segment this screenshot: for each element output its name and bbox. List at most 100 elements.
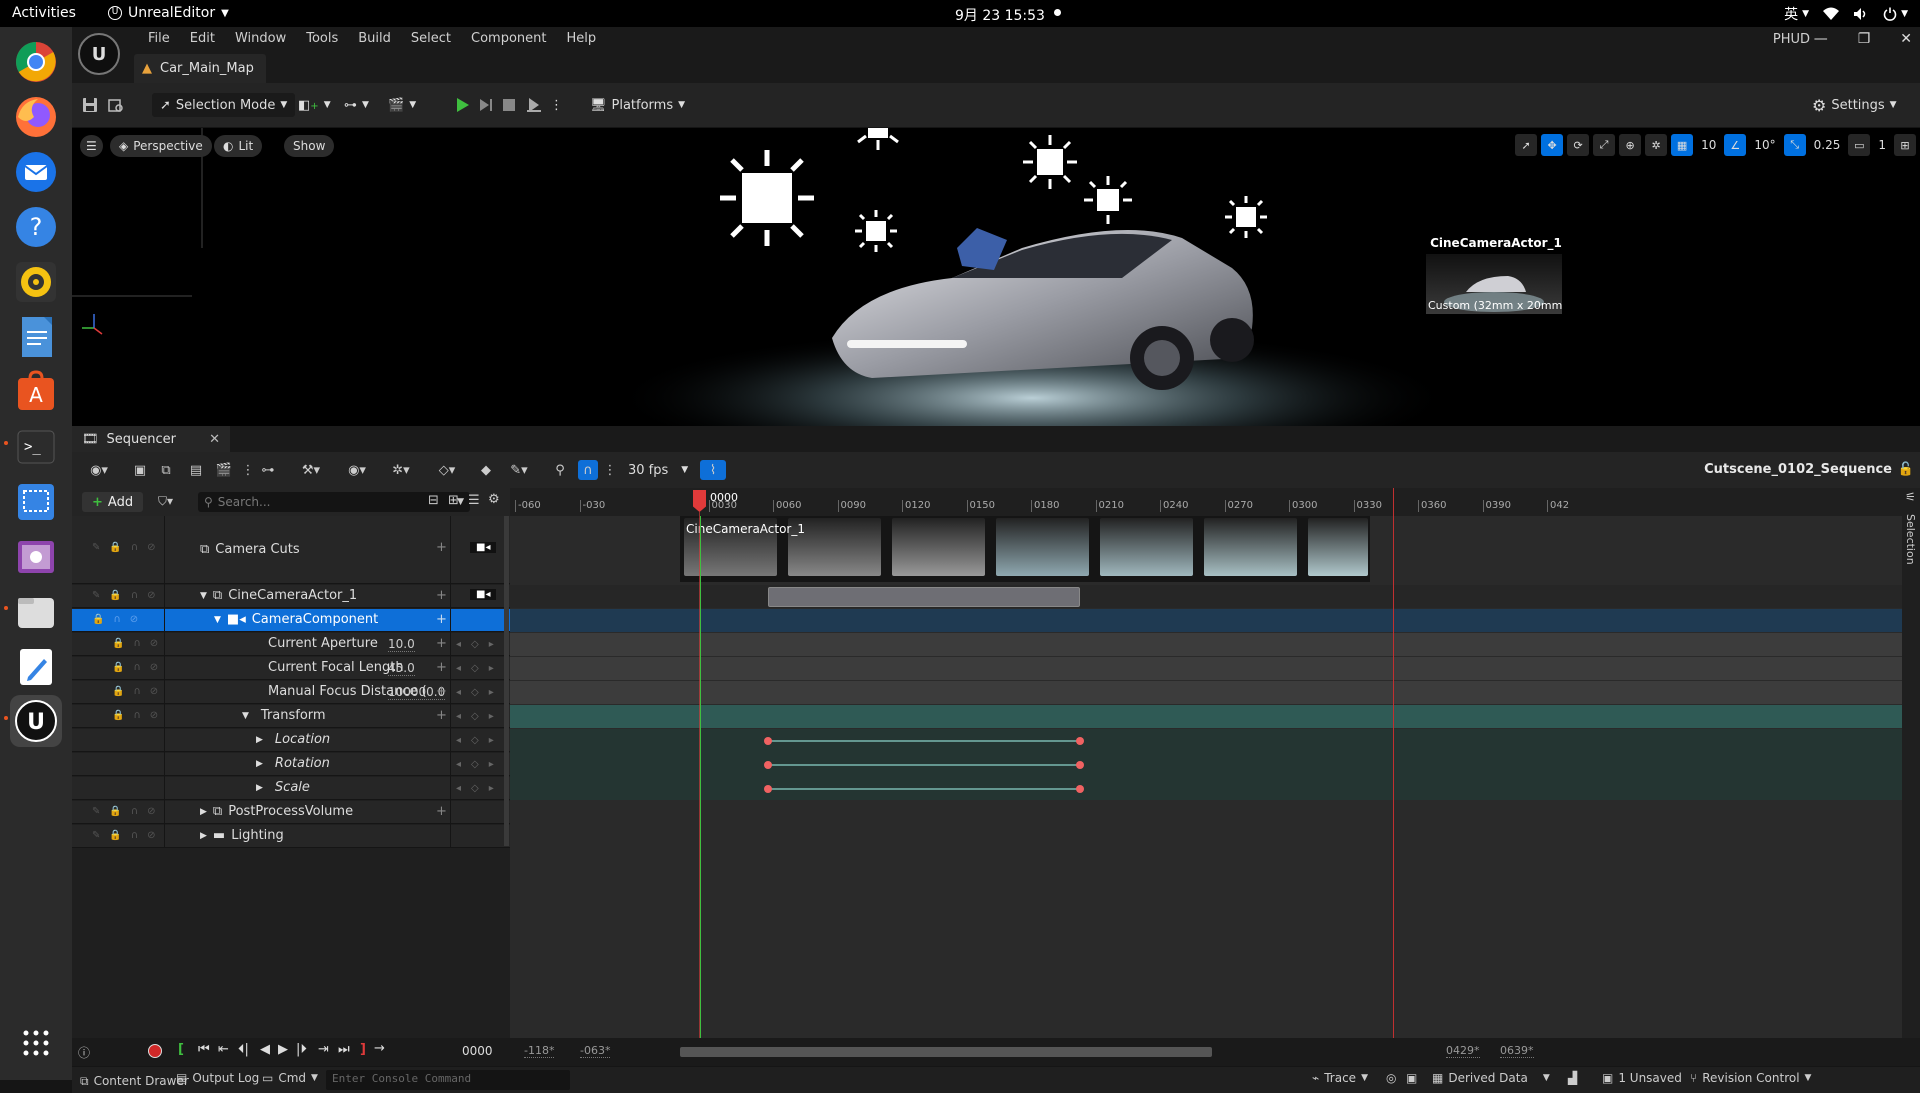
- cmd-dropdown[interactable]: ▭ Cmd ▼: [262, 1071, 318, 1085]
- gear-icon[interactable]: ⚙: [488, 492, 500, 507]
- minimize-icon[interactable]: —: [1814, 31, 1828, 47]
- keyframe-icon[interactable]: [1076, 785, 1084, 793]
- add-section-icon[interactable]: +: [436, 804, 447, 819]
- key-navigation[interactable]: ◂ ◇ ▸: [456, 711, 494, 722]
- libreoffice-writer-icon[interactable]: [10, 311, 62, 363]
- track-current-aperture[interactable]: 🔒 ∩ ⊘ Current Aperture 10.0 + ◂ ◇ ▸: [72, 633, 510, 656]
- save-sequence-icon[interactable]: ▣: [130, 460, 150, 480]
- hierarchy-icon[interactable]: ⊶: [258, 460, 278, 480]
- unsaved-button[interactable]: ▣ 1 Unsaved: [1602, 1071, 1682, 1085]
- menu-component[interactable]: Component: [461, 31, 556, 46]
- rhythmbox-icon[interactable]: [10, 256, 62, 308]
- playback-start-marker[interactable]: [700, 516, 701, 1038]
- framerate-dropdown[interactable]: 30 fps ▼: [628, 460, 688, 480]
- track-state-icons[interactable]: ✎ 🔒 ∩ ⊘: [92, 590, 156, 601]
- close-tab-icon[interactable]: ✕: [209, 432, 220, 447]
- show-apps-icon[interactable]: [10, 1017, 62, 1069]
- help-icon[interactable]: ?: [10, 201, 62, 253]
- track-transform[interactable]: 🔒 ∩ ⊘ ▼ Transform + ◂ ◇ ▸: [72, 705, 510, 728]
- track-state-icons[interactable]: 🔒 ∩ ⊘: [112, 710, 158, 721]
- playback-options-icon[interactable]: ✲▾: [384, 460, 418, 480]
- set-start-icon[interactable]: [: [178, 1042, 184, 1057]
- eject-icon[interactable]: [526, 93, 542, 117]
- edit-tools-icon[interactable]: ⚒▾: [294, 460, 328, 480]
- light-gizmo-icon[interactable]: [712, 148, 822, 248]
- marker-icon[interactable]: ⚲: [550, 460, 570, 480]
- track-state-icons[interactable]: 🔒 ∩ ⊘: [112, 662, 158, 673]
- light-gizmo-icon[interactable]: [1020, 133, 1080, 191]
- show-button[interactable]: Show: [284, 135, 335, 157]
- rotation-snap-icon[interactable]: ∠: [1724, 134, 1747, 156]
- light-gizmo-icon[interactable]: [854, 128, 902, 152]
- screenshot-icon[interactable]: [10, 476, 62, 528]
- aperture-value[interactable]: 10.0: [388, 637, 415, 652]
- revision-control-dropdown[interactable]: ⑂ Revision Control ▼: [1690, 1071, 1811, 1085]
- play-button[interactable]: [454, 93, 470, 117]
- activities-button[interactable]: Activities: [12, 5, 76, 21]
- terminal-icon[interactable]: >_: [10, 421, 62, 473]
- system-tray[interactable]: 英 ▼ ▼: [1784, 4, 1908, 24]
- input-method-indicator[interactable]: 英: [1784, 4, 1798, 24]
- menu-build[interactable]: Build: [348, 31, 401, 46]
- track-state-icons[interactable]: ✎ 🔒 ∩ ⊘: [92, 542, 156, 553]
- unreal-logo-icon[interactable]: U: [78, 33, 120, 75]
- menu-tools[interactable]: Tools: [296, 31, 348, 46]
- clapperboard-icon[interactable]: 🎬: [214, 460, 234, 480]
- camera-lock-icon[interactable]: ■◂: [470, 542, 497, 553]
- track-current-focal-length[interactable]: 🔒 ∩ ⊘ Current Focal Length 45.0 + ◂ ◇ ▸: [72, 657, 510, 680]
- curve-editor-icon[interactable]: ⌇: [700, 460, 726, 480]
- info-icon[interactable]: ⓘ: [78, 1044, 90, 1061]
- menu-select[interactable]: Select: [401, 31, 461, 46]
- expand-arrow-icon[interactable]: ▶: [256, 783, 263, 793]
- grid-snap-icon[interactable]: ▦: [1671, 134, 1694, 156]
- close-icon[interactable]: ✕: [1900, 31, 1912, 47]
- previous-frame-icon[interactable]: ⏴|: [238, 1042, 249, 1057]
- key-navigation[interactable]: ◂ ◇ ▸: [456, 735, 494, 746]
- cinematics-button[interactable]: 🎬 ▼: [388, 93, 416, 117]
- selection-tab-label[interactable]: Selection: [1904, 514, 1917, 565]
- camera-speed-icon[interactable]: ▭: [1848, 134, 1871, 156]
- expand-arrow-icon[interactable]: ▼: [242, 711, 249, 721]
- work-start-field[interactable]: -063*: [580, 1044, 611, 1058]
- scale-snap-icon[interactable]: ⤡: [1783, 134, 1806, 156]
- view-options-icon[interactable]: ◉▾: [340, 460, 374, 480]
- expand-arrow-icon[interactable]: ▼: [214, 615, 221, 625]
- track-post-process-volume[interactable]: ✎ 🔒 ∩ ⊘ ▶ ⧉ PostProcessVolume +: [72, 801, 510, 824]
- key-interpolation-icon[interactable]: ◇▾: [430, 460, 464, 480]
- track-state-icons[interactable]: 🔒 ∩ ⊘: [112, 686, 158, 697]
- light-gizmo-icon[interactable]: [1222, 194, 1270, 240]
- trace-dropdown[interactable]: ⌁ Trace ▼: [1312, 1071, 1368, 1085]
- select-tool-icon[interactable]: ➚: [1515, 134, 1538, 156]
- add-key-icon[interactable]: +: [436, 708, 447, 723]
- lock-icon[interactable]: 🔓: [1898, 462, 1914, 477]
- menu-window[interactable]: Window: [225, 31, 296, 46]
- key-navigation[interactable]: ◂ ◇ ▸: [456, 639, 494, 650]
- work-end-field[interactable]: 0429*: [1446, 1044, 1480, 1058]
- render-movie-icon[interactable]: ▤: [186, 460, 206, 480]
- add-key-icon[interactable]: +: [436, 660, 447, 675]
- unreal-editor-dock-icon[interactable]: U: [10, 695, 62, 747]
- add-track-button[interactable]: + Add: [82, 492, 144, 512]
- add-section-icon[interactable]: +: [436, 612, 447, 627]
- track-state-icons[interactable]: 🔒 ∩ ⊘: [92, 614, 138, 625]
- next-key-icon[interactable]: ⇥: [318, 1042, 329, 1057]
- keyframe-icon[interactable]: [1076, 737, 1084, 745]
- find-in-browser-icon[interactable]: ⧉: [156, 460, 176, 480]
- timeline-scrollbar[interactable]: [680, 1047, 1212, 1057]
- menu-file[interactable]: File: [138, 31, 180, 46]
- surface-snap-icon[interactable]: ✲: [1645, 134, 1668, 156]
- track-state-icons[interactable]: 🔒 ∩ ⊘: [112, 638, 158, 649]
- pen-icon[interactable]: ✎▾: [502, 460, 536, 480]
- camera-lock-icon[interactable]: ■◂: [470, 589, 497, 600]
- translate-tool-icon[interactable]: ✥: [1541, 134, 1564, 156]
- world-local-icon[interactable]: ⊕: [1619, 134, 1642, 156]
- files-icon[interactable]: [10, 586, 62, 638]
- video-editor-icon[interactable]: [10, 531, 62, 583]
- track-cine-camera-actor[interactable]: ✎ 🔒 ∩ ⊘ ▼ ⧉ CineCameraActor_1 + ■◂: [72, 585, 510, 608]
- jump-to-start-icon[interactable]: ⏮: [198, 1042, 210, 1057]
- expand-arrow-icon[interactable]: ▼: [200, 591, 207, 601]
- keyframe-icon[interactable]: [764, 785, 772, 793]
- viewport-options-button[interactable]: ☰: [80, 135, 103, 157]
- next-frame-icon[interactable]: |⏵: [296, 1042, 307, 1057]
- more-options-icon[interactable]: ⋮: [238, 460, 258, 480]
